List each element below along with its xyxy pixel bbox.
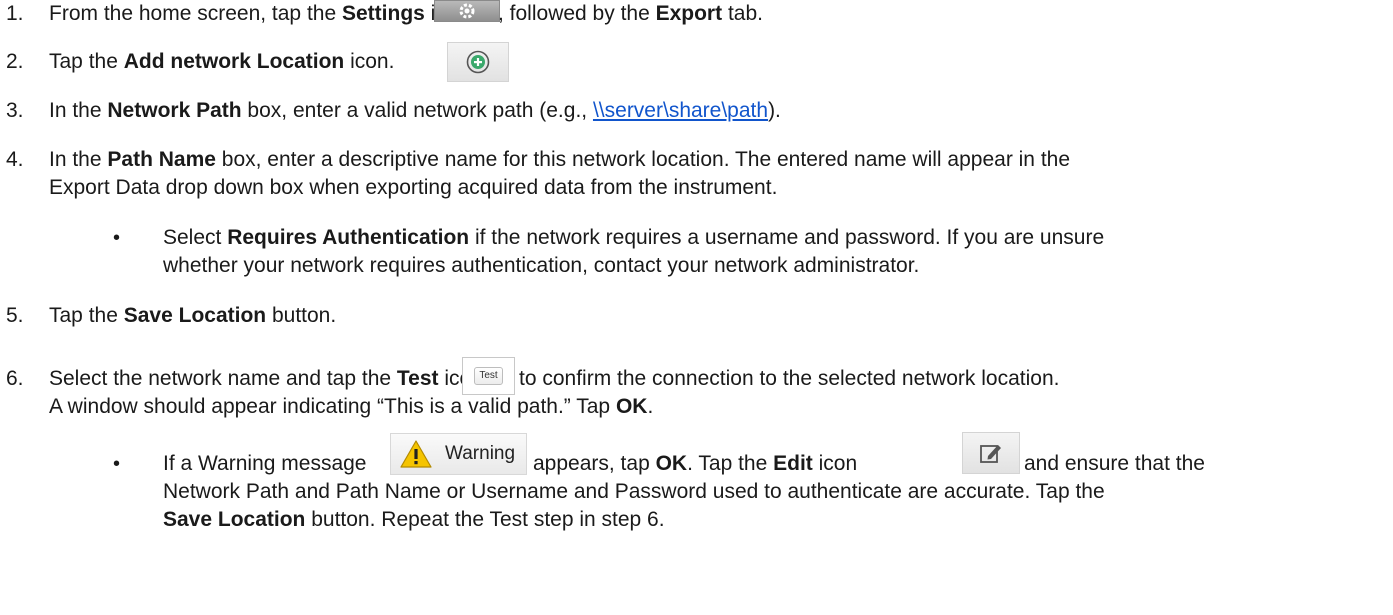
step-number: 1. bbox=[6, 2, 24, 25]
step-4-bullet-line1: Select Requires Authentication if the ne… bbox=[163, 226, 1105, 249]
bullet-dot: • bbox=[113, 453, 121, 475]
step-6-text-line2: A window should appear indicating “This … bbox=[49, 395, 654, 418]
step-6-text-a: Select the network name and tap the Test… bbox=[49, 367, 483, 390]
step-5-text: Tap the Save Location button. bbox=[49, 304, 337, 327]
warning-message-icon: Warning bbox=[390, 433, 527, 475]
step-number: 2. bbox=[6, 50, 24, 73]
warning-triangle-icon bbox=[400, 440, 432, 468]
step-3-text: In the Network Path box, enter a valid n… bbox=[49, 99, 781, 122]
step-4-text-line2: Export Data drop down box when exporting… bbox=[49, 176, 778, 199]
step-1-text-a: From the home screen, tap the Settings i… bbox=[49, 2, 469, 25]
step-4-bullet-line2: whether your network requires authentica… bbox=[163, 254, 920, 277]
network-path-example-link[interactable]: \\server\share\path bbox=[593, 99, 768, 122]
test-icon-label: Test bbox=[474, 367, 503, 385]
step-number: 3. bbox=[6, 99, 24, 122]
step-6-bullet-text-c: and ensure that the bbox=[1024, 452, 1205, 475]
step-6-bullet-line2: Network Path and Path Name or Username a… bbox=[163, 480, 1105, 503]
step-6-bullet-line3: Save Location button. Repeat the Test st… bbox=[163, 508, 665, 531]
step-6-bullet-text-b: appears, tap OK. Tap the Edit icon bbox=[533, 452, 858, 475]
step-1-text-b: , followed by the Export tab. bbox=[498, 2, 763, 25]
add-location-icon bbox=[447, 42, 509, 82]
step-number: 6. bbox=[6, 367, 24, 390]
step-4-text-line1: In the Path Name box, enter a descriptiv… bbox=[49, 148, 1071, 171]
step-number: 5. bbox=[6, 304, 24, 327]
edit-icon bbox=[962, 432, 1020, 474]
settings-icon bbox=[434, 0, 500, 22]
warning-label: Warning bbox=[445, 443, 516, 464]
step-2-text: Tap the Add network Location icon. bbox=[49, 50, 395, 73]
step-number: 4. bbox=[6, 148, 24, 171]
test-icon: Test bbox=[462, 357, 515, 395]
bullet-dot: • bbox=[113, 227, 121, 249]
step-6-text-b: to confirm the connection to the selecte… bbox=[519, 367, 1060, 390]
step-6-bullet-text-a: If a Warning message bbox=[163, 452, 367, 475]
